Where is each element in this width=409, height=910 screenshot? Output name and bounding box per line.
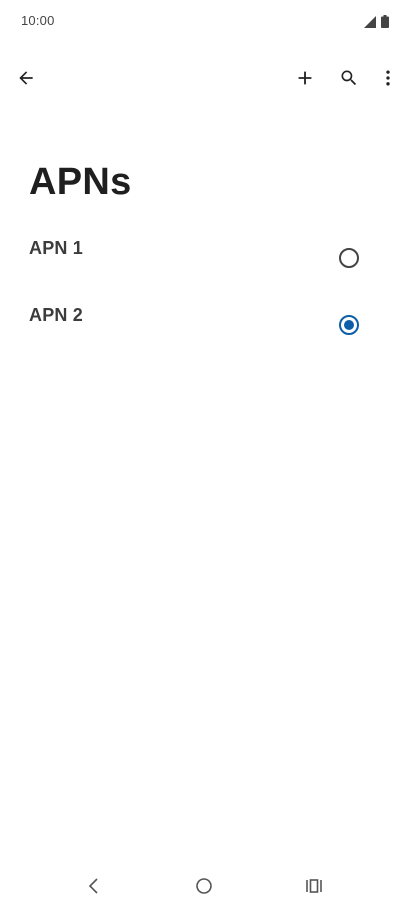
apn-label: APN 1 (29, 238, 84, 258)
status-icons (364, 14, 389, 28)
back-button[interactable] (4, 56, 48, 100)
search-icon (339, 68, 359, 88)
battery-icon (381, 15, 389, 28)
nav-back-button[interactable] (72, 866, 116, 910)
nav-home-button[interactable] (182, 866, 226, 910)
back-arrow-icon (16, 68, 36, 88)
apn-list-item[interactable]: APN 1 (0, 224, 409, 291)
nav-back-icon (87, 877, 101, 900)
top-app-bar (0, 56, 409, 100)
status-time: 10:00 (21, 13, 55, 28)
nav-recents-icon (305, 878, 323, 899)
navigation-bar (0, 866, 409, 910)
apn-label: APN 2 (29, 305, 84, 325)
more-vert-icon (378, 68, 398, 88)
apns-screen: 10:00 APNs APN 1 APN 2 (0, 0, 409, 910)
nav-home-icon (195, 877, 213, 900)
apn-radio-button[interactable] (339, 248, 359, 268)
add-apn-button[interactable] (283, 56, 327, 100)
nav-recents-button[interactable] (292, 866, 336, 910)
signal-icon (364, 16, 376, 28)
add-icon (294, 67, 316, 89)
search-button[interactable] (327, 56, 371, 100)
apn-radio-button[interactable] (339, 315, 359, 335)
status-bar: 10:00 (0, 0, 409, 44)
apn-list-item[interactable]: APN 2 (0, 291, 409, 358)
page-title: APNs (29, 161, 132, 203)
more-options-button[interactable] (366, 56, 409, 100)
apn-list: APN 1 APN 2 (0, 224, 409, 358)
